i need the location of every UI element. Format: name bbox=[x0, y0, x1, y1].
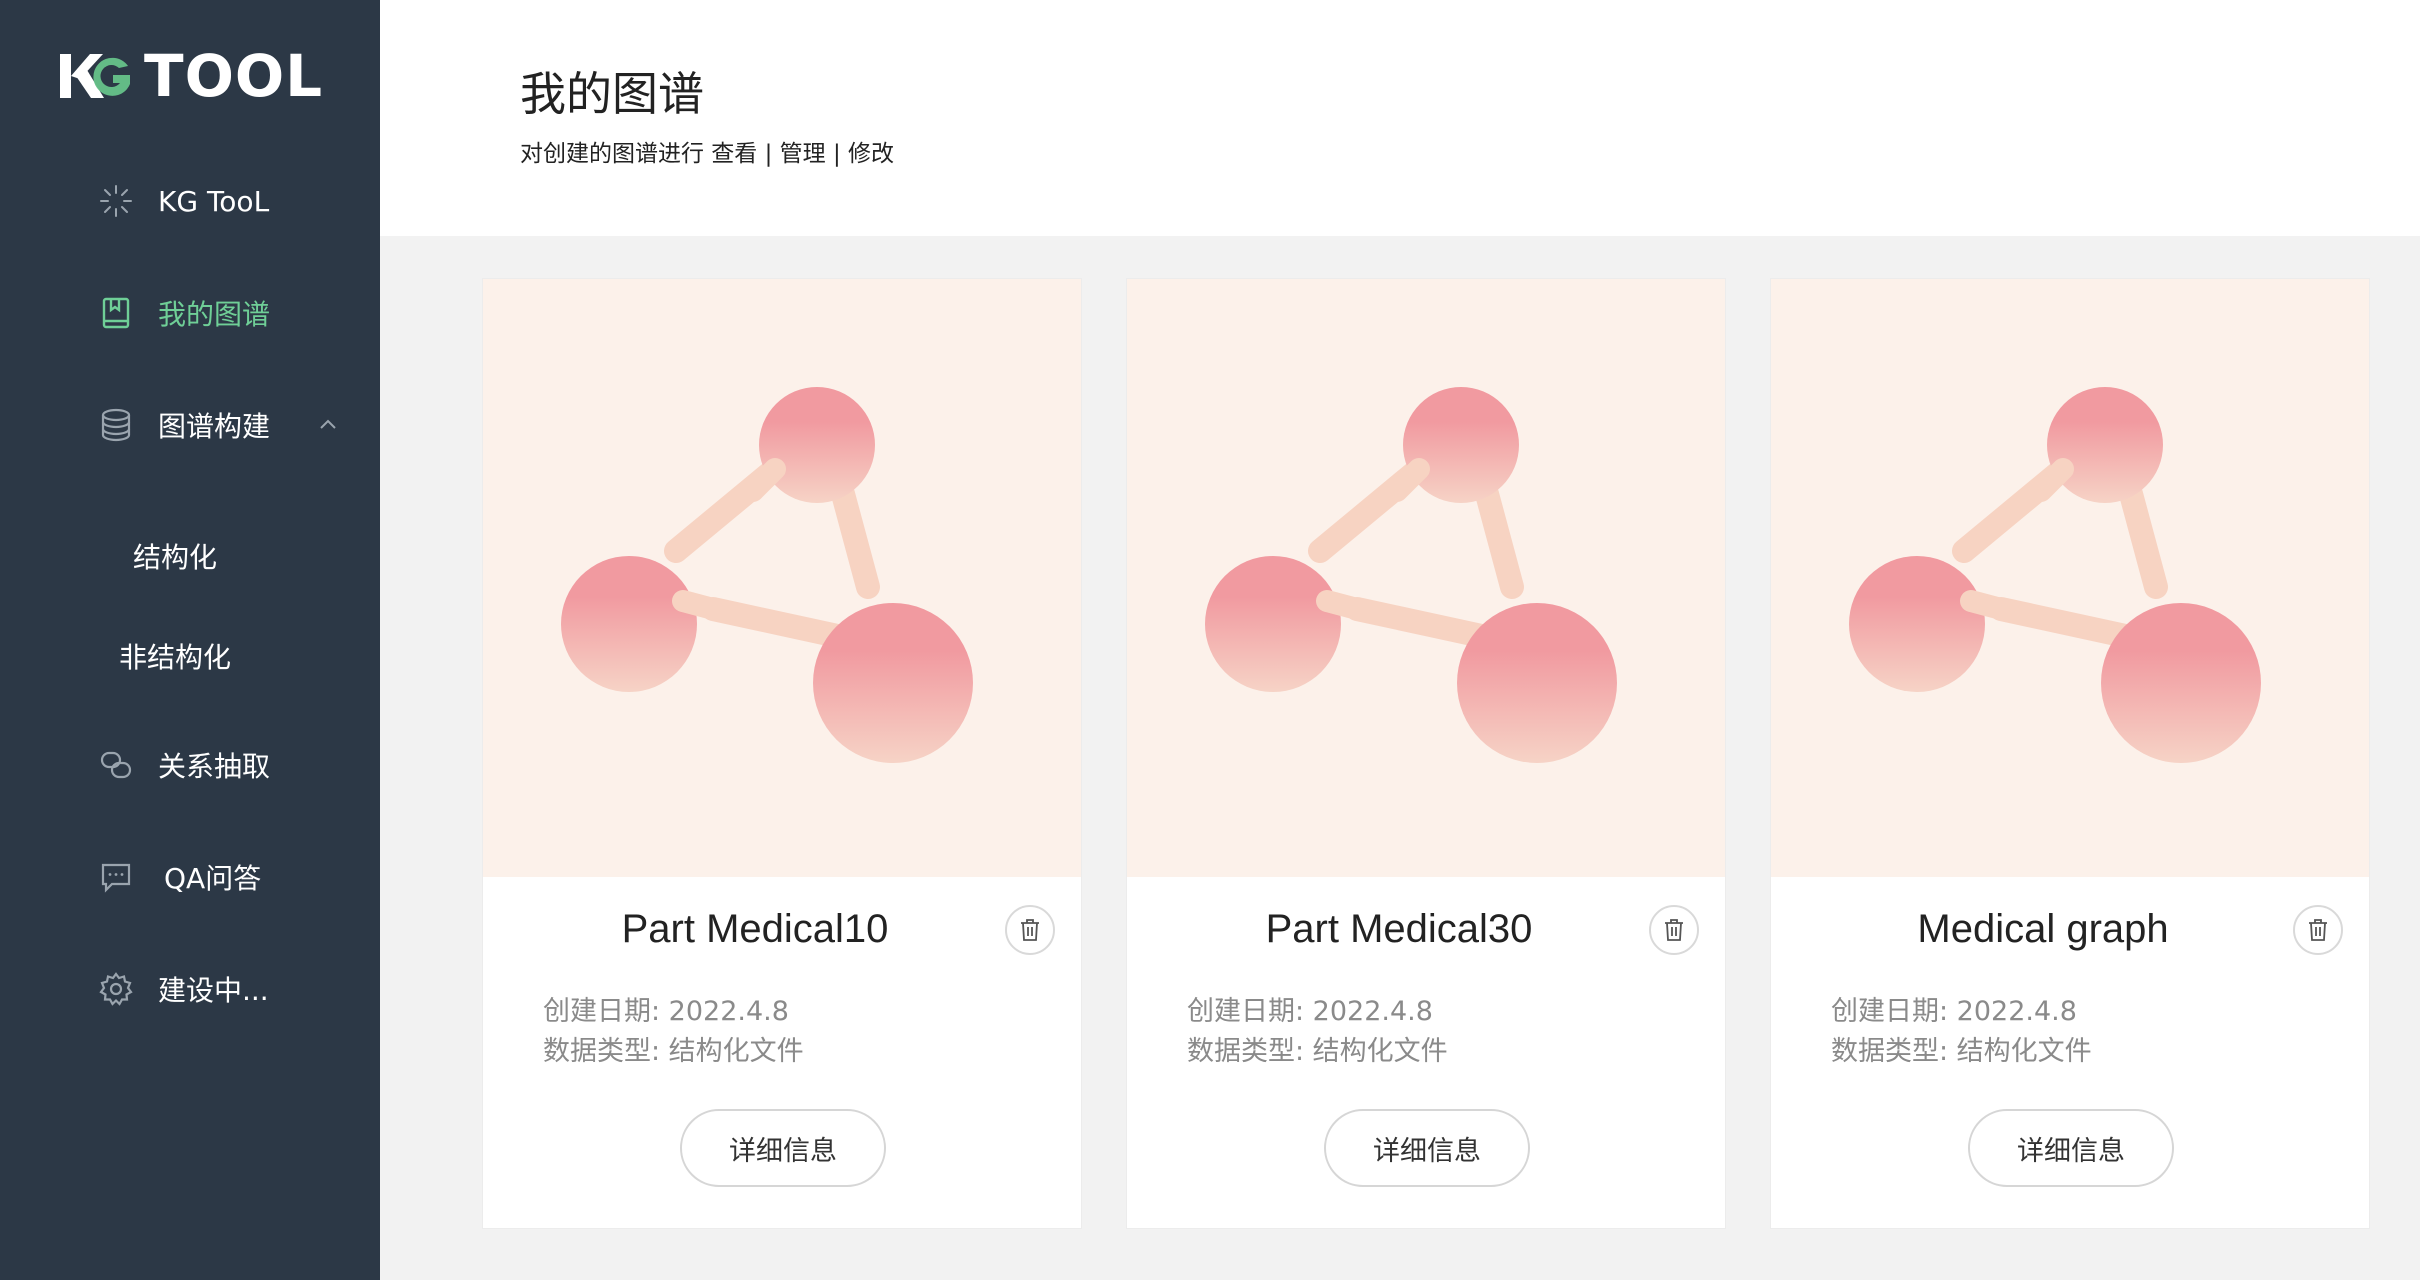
graph-card-image bbox=[1771, 279, 2369, 877]
sidebar-item-relation-extraction[interactable]: 关系抽取 bbox=[0, 730, 380, 800]
graph-node bbox=[1205, 556, 1341, 692]
graph-node bbox=[1403, 387, 1519, 503]
book-icon bbox=[98, 295, 134, 331]
sidebar-item-label: 建设中... bbox=[158, 974, 269, 1007]
graph-node bbox=[1849, 556, 1985, 692]
sidebar-item-qa[interactable]: QA问答 bbox=[0, 842, 380, 912]
graph-edge-cap bbox=[1960, 590, 2012, 620]
page-title: 我的图谱 bbox=[520, 67, 704, 121]
created-date: 创建日期: 2022.4.8 bbox=[1187, 996, 1433, 1027]
graph-node bbox=[813, 603, 973, 763]
kg-logo-mark-icon bbox=[60, 54, 130, 98]
graph-node bbox=[2047, 387, 2163, 503]
sidebar-item-kg-tool[interactable]: KG TooL bbox=[0, 166, 380, 236]
delete-button[interactable] bbox=[1005, 905, 1055, 955]
graph-edge bbox=[831, 482, 880, 599]
graph-edge-cap bbox=[742, 458, 786, 502]
graph-illustration bbox=[561, 387, 973, 763]
graph-edge-cap bbox=[1316, 590, 1368, 620]
sidebar-item-label: QA问答 bbox=[164, 862, 262, 895]
data-type: 数据类型: 结构化文件 bbox=[543, 1036, 804, 1067]
database-icon bbox=[98, 407, 134, 443]
graph-illustration bbox=[1849, 387, 2261, 763]
graph-edge bbox=[1475, 482, 1524, 599]
sidebar: TOOL KG TooL 我的图谱 图谱构建 结构化 非结构化 关系抽取 QA问… bbox=[0, 0, 380, 1280]
sidebar-subitem-label: 非结构化 bbox=[118, 641, 231, 674]
graph-edge-cap bbox=[672, 590, 724, 620]
sparkle-icon bbox=[98, 183, 134, 219]
details-button[interactable]: 详细信息 bbox=[1968, 1109, 2174, 1187]
trash-icon bbox=[1665, 919, 1683, 941]
data-type: 数据类型: 结构化文件 bbox=[1187, 1036, 1448, 1067]
created-date: 创建日期: 2022.4.8 bbox=[543, 996, 789, 1027]
sidebar-subitem-label: 结构化 bbox=[132, 541, 217, 574]
sidebar-item-my-graphs[interactable]: 我的图谱 bbox=[0, 278, 380, 348]
details-button[interactable]: 详细信息 bbox=[680, 1109, 886, 1187]
sidebar-item-under-construction[interactable]: 建设中... bbox=[0, 954, 380, 1024]
data-type: 数据类型: 结构化文件 bbox=[1831, 1036, 2092, 1067]
details-button[interactable]: 详细信息 bbox=[1324, 1109, 1530, 1187]
sidebar-item-label: 关系抽取 bbox=[158, 750, 271, 783]
page-subtitle: 对创建的图谱进行 查看 | 管理 | 修改 bbox=[520, 141, 895, 167]
graph-node bbox=[2101, 603, 2261, 763]
link-icon bbox=[98, 747, 134, 783]
sidebar-item-label: KG TooL bbox=[158, 184, 270, 218]
graph-card-title: Medical graph bbox=[1917, 907, 2169, 951]
graph-node bbox=[561, 556, 697, 692]
graph-card: Part Medical30 创建日期: 2022.4.8 数据类型: 结构化文… bbox=[1126, 278, 1726, 1229]
graph-card-image bbox=[483, 279, 1081, 877]
graph-edge bbox=[2119, 482, 2168, 599]
sidebar-item-graph-build[interactable]: 图谱构建 bbox=[0, 390, 380, 460]
sidebar-subitem-unstructured[interactable]: 非结构化 bbox=[0, 626, 380, 686]
graph-card: Part Medical10 创建日期: 2022.4.8 数据类型: 结构化文… bbox=[482, 278, 1082, 1229]
sidebar-item-label: 图谱构建 bbox=[158, 410, 271, 443]
graph-edge-cap bbox=[1386, 458, 1430, 502]
trash-icon bbox=[2309, 919, 2327, 941]
created-date: 创建日期: 2022.4.8 bbox=[1831, 996, 2077, 1027]
graph-card-image bbox=[1127, 279, 1725, 877]
graph-node bbox=[759, 387, 875, 503]
app-root: TOOL KG TooL 我的图谱 图谱构建 结构化 非结构化 关系抽取 QA问… bbox=[0, 0, 2420, 1280]
sidebar-subitem-structured[interactable]: 结构化 bbox=[0, 526, 380, 586]
chevron-up-icon[interactable] bbox=[316, 413, 340, 437]
graph-card-title: Part Medical10 bbox=[621, 907, 889, 951]
delete-button[interactable] bbox=[1649, 905, 1699, 955]
gear-icon bbox=[98, 971, 134, 1007]
graph-illustration bbox=[1205, 387, 1617, 763]
graph-node bbox=[1457, 603, 1617, 763]
graph-edge-cap bbox=[2030, 458, 2074, 502]
page-header: 我的图谱 对创建的图谱进行 查看 | 管理 | 修改 bbox=[380, 0, 2420, 236]
chat-icon bbox=[98, 859, 134, 895]
logo[interactable]: TOOL bbox=[58, 46, 323, 106]
logo-text: TOOL bbox=[144, 42, 324, 110]
graph-card: Medical graph 创建日期: 2022.4.8 数据类型: 结构化文件… bbox=[1770, 278, 2370, 1229]
trash-icon bbox=[1021, 919, 1039, 941]
delete-button[interactable] bbox=[2293, 905, 2343, 955]
graph-card-title: Part Medical30 bbox=[1265, 907, 1533, 951]
sidebar-item-label: 我的图谱 bbox=[158, 298, 271, 331]
